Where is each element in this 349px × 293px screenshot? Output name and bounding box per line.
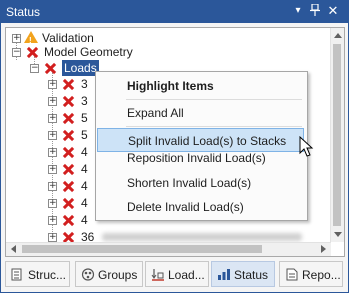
scroll-left-icon[interactable]: [11, 245, 16, 253]
error-icon: [63, 164, 74, 175]
tree-item-load[interactable]: + 4: [6, 195, 101, 211]
menu-header-highlight-items: Highlight Items: [96, 74, 305, 98]
vertical-scroll-thumb[interactable]: [333, 44, 341, 226]
error-icon: [63, 96, 74, 107]
tree-item-load[interactable]: + 3: [6, 93, 101, 109]
collapse-icon[interactable]: −: [12, 48, 21, 57]
redacted-text: [102, 233, 302, 241]
expand-icon[interactable]: +: [48, 114, 57, 123]
dropdown-icon[interactable]: ▾: [291, 4, 305, 18]
structure-icon: [11, 268, 22, 281]
tree-item-label: 4: [81, 179, 88, 193]
tree-item-label: 3: [81, 94, 88, 108]
tree-item-label: 3: [81, 77, 88, 91]
tab-label: Groups: [98, 268, 138, 282]
error-icon: [63, 181, 74, 192]
tab-label: Load...: [168, 268, 205, 282]
menu-item-reposition-invalid-loads[interactable]: Reposition Invalid Load(s): [96, 146, 305, 170]
context-menu: Highlight Items Expand All Split Invalid…: [95, 71, 308, 221]
tree-item-load[interactable]: + 4: [6, 178, 101, 194]
menu-item-expand-all[interactable]: Expand All: [96, 101, 305, 125]
expand-icon[interactable]: +: [48, 233, 57, 242]
tree-item-label: Model Geometry: [44, 45, 133, 59]
expand-icon[interactable]: +: [48, 182, 57, 191]
expand-icon[interactable]: +: [48, 97, 57, 106]
menu-item-label: Shorten Invalid Load(s): [127, 176, 252, 190]
error-icon: [63, 147, 74, 158]
status-icon: [218, 269, 230, 280]
tree-item-load[interactable]: + 4: [6, 212, 101, 228]
error-icon: [63, 113, 74, 124]
horizontal-scroll-thumb[interactable]: [22, 245, 262, 253]
expand-icon[interactable]: +: [12, 34, 21, 43]
menu-separator: [126, 99, 302, 100]
report-icon: [286, 268, 298, 281]
tab-label: Repo...: [302, 268, 341, 282]
scroll-right-icon[interactable]: [321, 245, 326, 253]
tab-label: Struc...: [28, 268, 67, 282]
tab-label: Status: [234, 268, 269, 282]
expand-icon[interactable]: +: [48, 216, 57, 225]
scroll-up-icon[interactable]: [334, 33, 342, 38]
tree-item-load[interactable]: + 4: [6, 144, 101, 160]
menu-item-label: Expand All: [127, 106, 184, 120]
tree-item-load[interactable]: + 5: [6, 110, 101, 126]
vertical-scrollbar[interactable]: [330, 28, 344, 242]
expand-icon[interactable]: +: [48, 199, 57, 208]
tree-item-label: 4: [81, 145, 88, 159]
window-title: Status: [6, 5, 41, 19]
tree-item-label: 4: [81, 162, 88, 176]
menu-item-shorten-invalid-loads[interactable]: Shorten Invalid Load(s): [96, 171, 305, 195]
menu-header-label: Highlight Items: [127, 79, 214, 93]
tree-item-model-geometry[interactable]: − Model Geometry: [6, 44, 206, 60]
menu-item-delete-invalid-loads[interactable]: Delete Invalid Load(s): [96, 195, 305, 219]
tab-report[interactable]: Repo...: [279, 261, 343, 287]
tree-item-label: 5: [81, 128, 88, 142]
panel-tabs: Struc... Groups Load... Status Repo...: [5, 261, 345, 289]
horizontal-scrollbar[interactable]: [6, 242, 331, 256]
tab-structure[interactable]: Struc...: [5, 261, 70, 287]
error-icon: [63, 79, 74, 90]
expand-icon[interactable]: +: [48, 165, 57, 174]
menu-item-label: Delete Invalid Load(s): [127, 200, 244, 214]
tree-item-load[interactable]: + 3: [6, 76, 101, 92]
error-icon: [63, 215, 74, 226]
tree-item-load[interactable]: + 5: [6, 127, 101, 143]
error-icon: [63, 130, 74, 141]
title-bar: Status ▾ ✕: [1, 1, 348, 23]
error-icon: [45, 63, 56, 74]
collapse-icon[interactable]: −: [30, 64, 39, 73]
tree-item-label: 4: [81, 213, 88, 227]
scroll-down-icon[interactable]: [334, 232, 342, 237]
pin-icon[interactable]: [308, 3, 322, 18]
tab-groups[interactable]: Groups: [75, 261, 143, 287]
tree-item-load[interactable]: + 4: [6, 161, 101, 177]
expand-icon[interactable]: +: [48, 131, 57, 140]
error-icon: [63, 198, 74, 209]
groups-icon: [81, 268, 95, 281]
close-icon[interactable]: ✕: [326, 4, 340, 18]
menu-item-label: Reposition Invalid Load(s): [127, 151, 266, 165]
loads-icon: [151, 269, 164, 281]
tab-status[interactable]: Status: [211, 261, 275, 287]
tree-item-label: 4: [81, 196, 88, 210]
tree-item-label: Loads: [62, 60, 99, 76]
menu-separator: [126, 126, 302, 127]
mouse-cursor-icon: [299, 136, 314, 157]
expand-icon[interactable]: +: [48, 148, 57, 157]
warning-icon: !: [24, 31, 38, 45]
error-icon: [27, 47, 38, 58]
tree-item-label: 5: [81, 111, 88, 125]
tab-loads[interactable]: Load...: [145, 261, 209, 287]
expand-icon[interactable]: +: [48, 80, 57, 89]
